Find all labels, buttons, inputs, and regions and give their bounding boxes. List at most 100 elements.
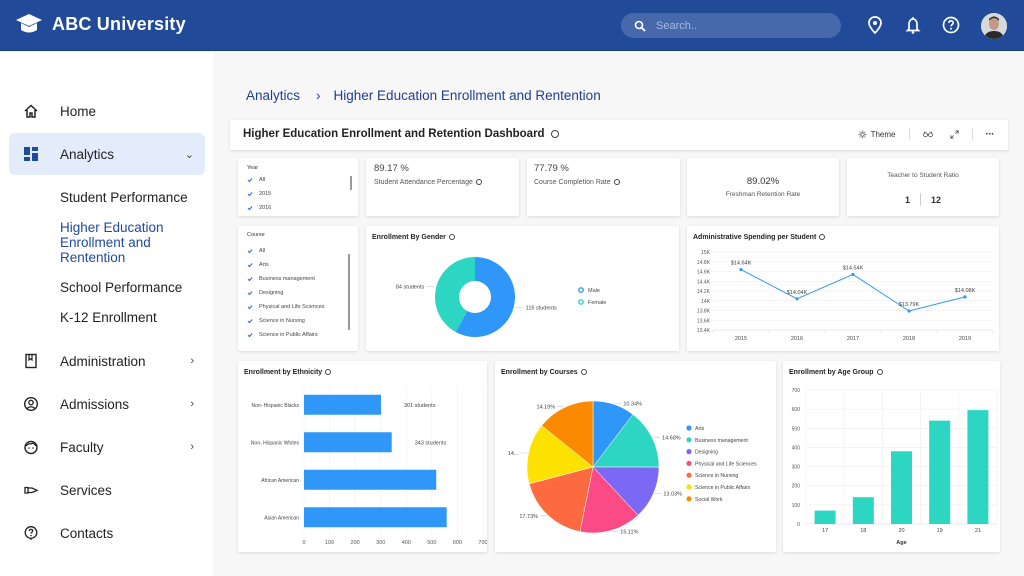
sidebar-item-contacts[interactable]: Contacts — [9, 512, 205, 554]
info-icon[interactable] — [613, 179, 620, 186]
data-label: 116 students — [526, 305, 557, 311]
legend-label: Social Work — [695, 497, 723, 503]
data-label: 13.03% — [663, 492, 682, 498]
sidebar-item-label: Administration — [60, 353, 146, 369]
data-label: 301 students — [404, 403, 436, 409]
filter-option-label: 2016 — [259, 205, 272, 211]
checkbox-checked-icon[interactable] — [247, 276, 253, 282]
legend-marker — [686, 425, 692, 431]
filter-option[interactable]: Physical and Life Sciences — [247, 304, 324, 310]
checkbox-checked-icon[interactable] — [247, 205, 253, 211]
kpi-completion: 77.79 % Course Completion Rate — [527, 158, 680, 216]
search-box[interactable] — [621, 13, 841, 38]
expand-icon[interactable] — [949, 129, 959, 139]
sidebar-subitem-line: Rentention — [60, 250, 126, 265]
info-icon[interactable] — [550, 129, 559, 138]
x-tick-label: 0 — [302, 540, 305, 546]
checkbox-checked-icon[interactable] — [247, 248, 253, 254]
sidebar-item-home[interactable]: Home — [9, 90, 205, 132]
sidebar: Home Analytics ⌄ Student Performance Hig… — [0, 52, 213, 576]
checkbox-checked-icon[interactable] — [247, 191, 253, 197]
kpi-label-text: Course Completion Rate — [534, 179, 611, 186]
filter-option[interactable]: All — [247, 248, 265, 254]
course-filter: Course All Arts Business management Designi… — [238, 226, 358, 351]
filter-option[interactable]: Designing — [247, 290, 283, 296]
gender-chart-card: Enrollment By Gender 116 students Male 84 … — [366, 226, 679, 351]
search-input[interactable] — [656, 19, 826, 32]
kpi-value: 89.17 % — [374, 163, 409, 174]
scrollbar[interactable] — [348, 254, 350, 330]
location-icon[interactable] — [865, 15, 885, 35]
divider — [971, 128, 973, 140]
checkbox-checked-icon[interactable] — [247, 262, 253, 268]
y-tick-label: African American — [261, 478, 299, 484]
checkbox-checked-icon[interactable] — [247, 290, 253, 296]
breadcrumb-item-analytics[interactable]: Analytics — [246, 88, 300, 103]
y-tick-label: 200 — [792, 484, 801, 490]
y-tick-label: 100 — [792, 503, 801, 509]
spending-line-chart: 13.4K 13.6K 13.8K 14K 14.2K 14.4K 14.6K 14.8K 15… — [697, 250, 994, 342]
checkbox-checked-icon[interactable] — [247, 318, 253, 324]
x-tick-label: 2016 — [791, 336, 803, 342]
checkbox-checked-icon[interactable] — [247, 332, 253, 338]
spending-chart-card: Administrative Spending per Student 13.4… — [687, 226, 999, 351]
scrollbar[interactable] — [350, 176, 352, 190]
checkbox-checked-icon[interactable] — [247, 304, 253, 310]
x-axis-label: Age — [896, 540, 906, 546]
filter-option[interactable]: Science in Nursing — [247, 318, 305, 324]
y-tick-label: 14.8K — [697, 260, 711, 266]
y-tick-label: 300 — [792, 465, 801, 471]
y-tick-label: 400 — [792, 445, 801, 451]
courses-pie-chart: 10.34% Arts 14.68% Business management 13.03… — [508, 400, 757, 535]
bar — [929, 420, 951, 524]
bar — [304, 394, 381, 415]
more-options-icon[interactable]: ··· — [986, 129, 995, 140]
kpi-teacher-ratio: Teacher to Student Ratio 1 12 — [847, 158, 999, 216]
legend-label: Male — [588, 288, 600, 294]
legend-marker — [686, 496, 692, 502]
sidebar-item-faculty[interactable]: Faculty › — [9, 426, 205, 468]
kpi-label: Freshman Retention Rate — [725, 191, 801, 198]
checkbox-checked-icon[interactable] — [247, 177, 253, 183]
filter-title: Year — [247, 165, 259, 171]
glasses-icon[interactable] — [922, 130, 933, 138]
help-icon[interactable] — [941, 15, 961, 35]
bar — [304, 432, 392, 453]
y-tick-label: Non- Hispanic Blacks — [251, 403, 299, 409]
filter-option[interactable]: Science in Public Affairs — [247, 332, 318, 338]
data-label: $14.64K — [731, 261, 752, 267]
sidebar-subitem-higher-education[interactable]: Higher Education Enrollment and Rententi… — [60, 220, 164, 265]
info-icon[interactable] — [475, 179, 482, 186]
data-point — [795, 297, 799, 301]
chevron-down-icon: ⌄ — [184, 148, 194, 161]
filter-option[interactable]: 2016 — [247, 205, 271, 211]
dashboard-actions: Theme ··· — [858, 128, 994, 140]
brand[interactable]: ABC University — [15, 12, 186, 36]
sidebar-item-label: Analytics — [60, 146, 115, 162]
sidebar-subitem-k12-enrollment[interactable]: K-12 Enrollment — [60, 310, 157, 325]
help-circle-icon — [24, 526, 38, 540]
sidebar-subitem-student-performance[interactable]: Student Performance — [60, 190, 188, 205]
bell-icon[interactable] — [903, 15, 923, 35]
top-bar: ABC University — [0, 0, 1024, 51]
legend-label: Arts — [695, 426, 705, 432]
filter-option[interactable]: Arts — [247, 262, 269, 268]
filter-option[interactable]: 2015 — [247, 191, 271, 197]
courses-chart-card: Enrollment by Courses 10.34% Arts 14.68% Bu… — [495, 361, 776, 552]
sidebar-item-admissions[interactable]: Admissions › — [9, 383, 205, 425]
sidebar-item-label: Services — [60, 482, 112, 498]
sidebar-item-label: Admissions — [60, 396, 130, 412]
data-label: 84 students — [396, 285, 425, 291]
sidebar-item-analytics[interactable]: Analytics ⌄ — [9, 133, 205, 175]
avatar[interactable] — [981, 13, 1007, 39]
sidebar-item-administration[interactable]: Administration › — [9, 340, 205, 382]
theme-button[interactable]: Theme — [871, 130, 896, 139]
filter-option[interactable]: All — [247, 177, 265, 183]
legend-marker — [686, 484, 692, 490]
sidebar-subitem-school-performance[interactable]: School Performance — [60, 280, 182, 295]
sidebar-item-services[interactable]: Services — [9, 469, 205, 511]
filter-option[interactable]: Business management — [247, 276, 315, 282]
bar — [814, 510, 836, 524]
bar — [891, 451, 912, 524]
ethnicity-bar-chart: 0 100 200 300 400 500 600 700 Non- Hispanic Blac… — [251, 386, 487, 546]
